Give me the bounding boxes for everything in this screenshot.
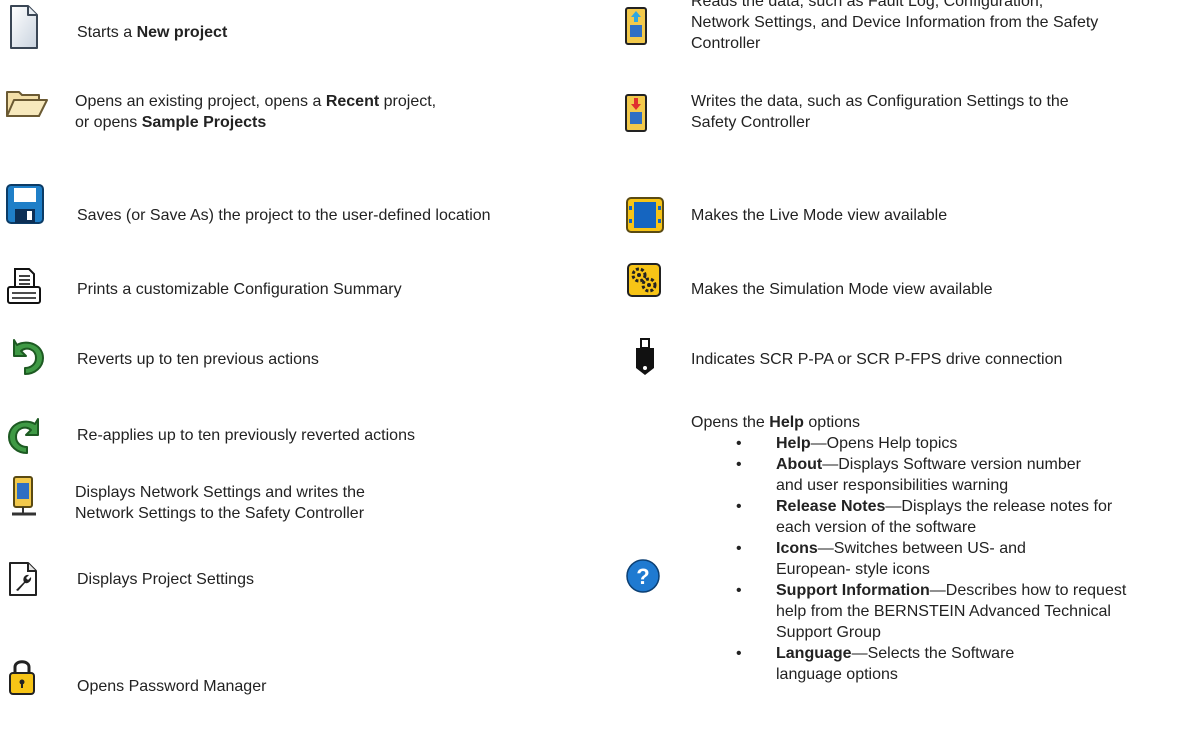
help-option-item: Language—Selects the Software language op… xyxy=(691,643,1126,685)
bold-segment: Recent xyxy=(325,93,380,110)
help-options-block: Opens the Help options Help—Opens Help t… xyxy=(691,412,1126,685)
text-segment: Opens the xyxy=(691,414,770,431)
row-password-text: Opens Password Manager xyxy=(77,676,266,697)
help-option-description: each version of the software xyxy=(776,519,977,536)
network-settings-icon[interactable] xyxy=(10,476,38,518)
bold-segment: Sample Projects xyxy=(141,114,267,131)
help-option-description: —Switches between US- and xyxy=(817,540,1026,557)
row-open-text: Opens an existing project, opens a Recen… xyxy=(75,91,436,133)
help-option-name: About xyxy=(776,456,823,473)
row-network-text: Displays Network Settings and writes the… xyxy=(75,482,365,524)
text-segment: Reverts up to ten previous actions xyxy=(77,351,319,368)
help-option-description: —Describes how to request xyxy=(929,582,1127,599)
help-option-name: Help xyxy=(776,435,811,452)
text-segment: Safety Controller xyxy=(691,114,811,131)
live-mode-icon[interactable] xyxy=(626,197,664,233)
text-segment: or opens xyxy=(75,114,142,131)
row-save-text: Saves (or Save As) the project to the us… xyxy=(77,205,491,226)
text-segment: Opens Password Manager xyxy=(77,678,267,695)
new-document-icon[interactable] xyxy=(8,4,40,50)
help-option-description: —Displays the release notes for xyxy=(885,498,1113,515)
help-option-description: European- style icons xyxy=(776,561,930,578)
write-to-controller-icon[interactable] xyxy=(624,94,648,132)
help-option-description: and user responsibilities warning xyxy=(776,477,1009,494)
help-option-description: —Opens Help topics xyxy=(810,435,958,452)
help-option-description: Support Group xyxy=(776,624,881,641)
row-live-text: Makes the Live Mode view available xyxy=(691,205,947,226)
text-segment: options xyxy=(803,414,860,431)
help-intro: Opens the Help options xyxy=(691,412,1126,433)
text-segment: Writes the data, such as Configuration S… xyxy=(691,93,1069,110)
project-settings-icon[interactable] xyxy=(8,561,38,597)
row-drive-text: Indicates SCR P-PA or SCR P-FPS drive co… xyxy=(691,349,1062,370)
svg-text:?: ? xyxy=(636,564,649,589)
help-option-item: Release Notes—Displays the release notes… xyxy=(691,496,1126,538)
padlock-icon[interactable] xyxy=(8,656,36,696)
help-question-icon[interactable]: ? xyxy=(626,559,660,593)
open-folder-icon[interactable] xyxy=(5,86,49,122)
text-segment: Makes the Live Mode view available xyxy=(691,207,948,224)
help-option-name: Icons xyxy=(776,540,818,557)
text-segment: Re-applies up to ten previously reverted… xyxy=(77,427,415,444)
help-option-item: About—Displays Software version number an… xyxy=(691,454,1126,496)
help-option-description: —Selects the Software xyxy=(851,645,1015,662)
text-segment: Makes the Simulation Mode view available xyxy=(691,281,993,298)
help-option-description: help from the BERNSTEIN Advanced Technic… xyxy=(776,603,1111,620)
text-segment: Displays Network Settings and writes the xyxy=(75,484,365,501)
help-option-item: Help—Opens Help topics xyxy=(691,433,1126,454)
text-segment: Displays Project Settings xyxy=(77,571,254,588)
help-option-item: Support Information—Describes how to req… xyxy=(691,580,1126,643)
text-segment: Controller xyxy=(691,35,761,52)
help-option-name: Support Information xyxy=(776,582,930,599)
undo-arrow-icon[interactable] xyxy=(6,336,46,376)
row-project-settings-text: Displays Project Settings xyxy=(77,569,254,590)
row-redo-text: Re-applies up to ten previously reverted… xyxy=(77,425,415,446)
text-segment: Saves (or Save As) the project to the us… xyxy=(77,207,491,224)
text-segment: Starts a xyxy=(77,24,137,41)
text-segment: Network Settings to the Safety Controlle… xyxy=(75,505,365,522)
text-segment: Network Settings, and Device Information… xyxy=(691,14,1099,31)
printer-icon[interactable] xyxy=(6,267,42,307)
text-segment: Reads the data, such as Fault Log, Confi… xyxy=(691,0,1044,10)
help-option-description: language options xyxy=(776,666,898,683)
redo-arrow-icon[interactable] xyxy=(6,415,46,455)
help-option-item: Icons—Switches between US- and European- … xyxy=(691,538,1126,580)
usb-drive-icon xyxy=(636,338,654,375)
help-option-description: —Displays Software version number xyxy=(822,456,1081,473)
help-options-list: Help—Opens Help topicsAbout—Displays Sof… xyxy=(691,433,1126,685)
row-print-text: Prints a customizable Configuration Summ… xyxy=(77,279,402,300)
text-segment: Opens an existing project, opens a xyxy=(75,93,326,110)
save-disk-icon[interactable] xyxy=(6,184,44,224)
help-option-name: Language xyxy=(776,645,852,662)
read-from-controller-icon[interactable] xyxy=(624,7,648,45)
bold-segment: Help xyxy=(769,414,804,431)
text-segment: Indicates SCR P-PA or SCR P-FPS drive co… xyxy=(691,351,1063,368)
simulation-gears-icon[interactable] xyxy=(627,263,661,297)
text-segment: project, xyxy=(379,93,437,110)
help-option-name: Release Notes xyxy=(776,498,886,515)
text-segment: Prints a customizable Configuration Summ… xyxy=(77,281,402,298)
row-read-text: Reads the data, such as Fault Log, Confi… xyxy=(691,0,1098,54)
row-simulation-text: Makes the Simulation Mode view available xyxy=(691,279,992,300)
bold-segment: New project xyxy=(136,24,228,41)
row-new-text: Starts a New project xyxy=(77,22,227,43)
row-write-text: Writes the data, such as Configuration S… xyxy=(691,91,1069,133)
row-undo-text: Reverts up to ten previous actions xyxy=(77,349,319,370)
